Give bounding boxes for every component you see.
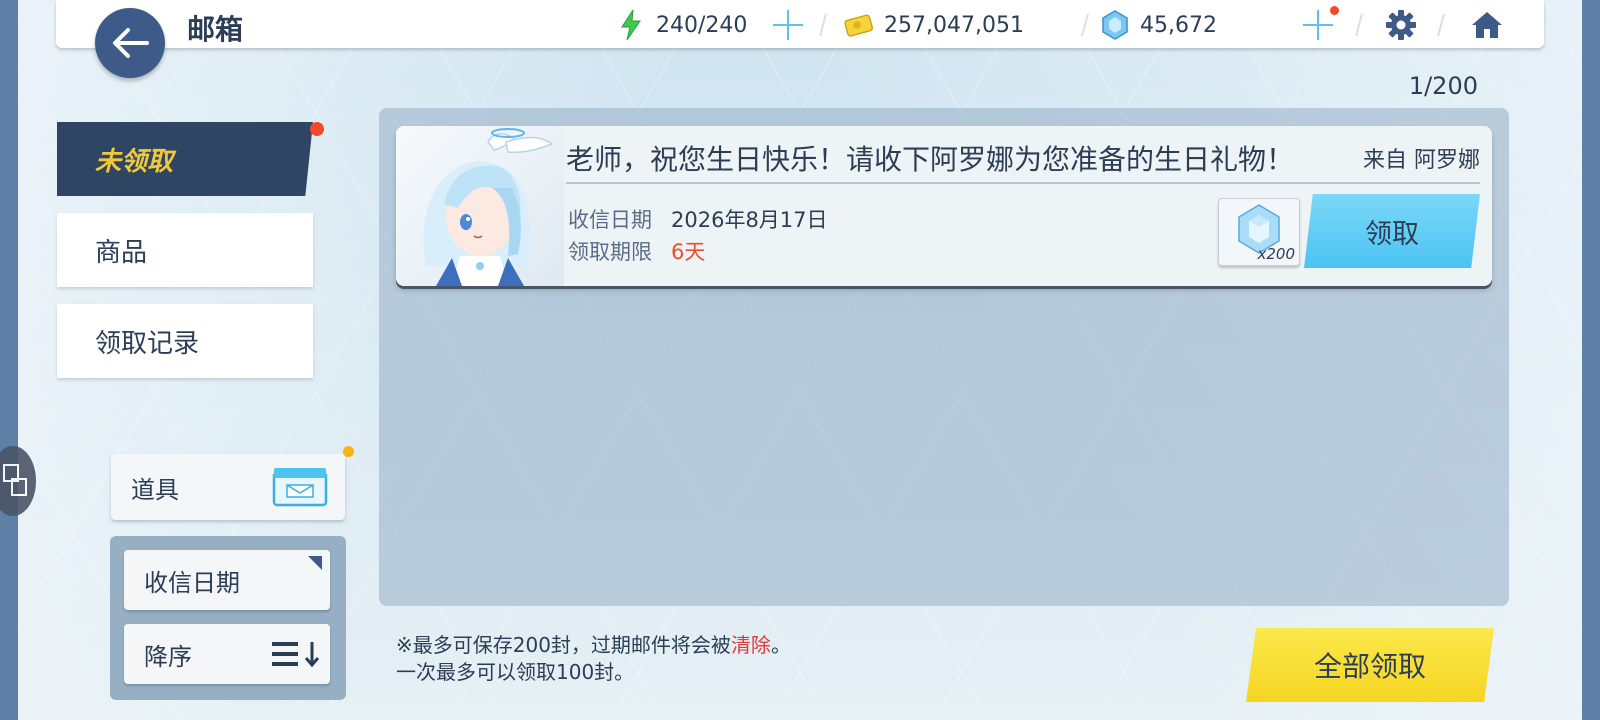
mail-sender: 来自 阿罗娜 bbox=[1363, 148, 1480, 173]
claim-button[interactable]: 领取 bbox=[1304, 194, 1480, 268]
page-title: 邮箱 bbox=[187, 13, 244, 46]
reward-count: x200 bbox=[1257, 245, 1295, 263]
add-gems-button[interactable] bbox=[1303, 10, 1333, 40]
tab-label: 未领取 bbox=[95, 146, 174, 177]
home-button[interactable] bbox=[1470, 10, 1504, 40]
sort-descending-icon bbox=[272, 642, 320, 668]
reward-item[interactable]: x200 bbox=[1218, 198, 1300, 266]
settings-button[interactable] bbox=[1385, 9, 1417, 41]
credits-value: 257,047,051 bbox=[884, 12, 1024, 38]
add-stamina-button[interactable] bbox=[773, 10, 803, 40]
sort-field-label: 收信日期 bbox=[144, 568, 240, 597]
right-border bbox=[1582, 0, 1600, 720]
gems-value: 45,672 bbox=[1140, 12, 1217, 38]
item-filter-button[interactable]: 道具 bbox=[111, 454, 345, 520]
gems-display: 45,672 bbox=[1100, 10, 1217, 40]
received-date-label: 收信日期 bbox=[568, 208, 652, 232]
notice-text: 。 bbox=[770, 633, 791, 657]
tab-unclaimed[interactable]: 未领取 bbox=[57, 122, 313, 196]
gem-icon bbox=[1100, 10, 1130, 40]
tab-label: 商品 bbox=[95, 237, 148, 268]
claim-deadline-value: 6天 bbox=[671, 240, 706, 264]
notice-text: ※最多可保存200封，过期邮件将会被 bbox=[396, 633, 731, 657]
claim-deadline-label: 领取期限 bbox=[568, 240, 652, 264]
mailbox-icon bbox=[272, 468, 328, 507]
notification-dot bbox=[1330, 6, 1339, 15]
notice-highlight: 清除 bbox=[730, 633, 771, 657]
sort-order-label: 降序 bbox=[144, 642, 192, 671]
notification-dot bbox=[343, 446, 354, 457]
gear-icon bbox=[1386, 10, 1416, 40]
filter-label: 道具 bbox=[131, 475, 179, 504]
translate-icon bbox=[3, 464, 27, 496]
mail-subject: 老师，祝您生日快乐！请收下阿罗娜为您准备的生日礼物！ bbox=[566, 143, 1295, 176]
tab-products[interactable]: 商品 bbox=[57, 213, 313, 287]
claim-all-button[interactable]: 全部领取 bbox=[1246, 628, 1494, 702]
divider bbox=[566, 182, 1480, 184]
dropdown-corner-icon bbox=[308, 556, 322, 570]
mail-counter: 1/200 bbox=[1408, 72, 1478, 100]
sort-field-dropdown[interactable]: 收信日期 bbox=[124, 550, 330, 610]
notice-line-2: 一次最多可以领取100封。 bbox=[396, 660, 635, 684]
notice-line-1: ※最多可保存200封，过期邮件将会被清除。 bbox=[396, 632, 791, 659]
stamina-display: 240/240 bbox=[616, 9, 748, 41]
lightning-icon bbox=[616, 9, 646, 41]
received-date-value: 2026年8月17日 bbox=[671, 208, 828, 232]
mailbox-notice: ※最多可保存200封，过期邮件将会被清除。 一次最多可以领取100封。 bbox=[396, 632, 791, 686]
notification-dot bbox=[310, 122, 324, 136]
tab-label: 领取记录 bbox=[95, 328, 200, 359]
tab-claim-history[interactable]: 领取记录 bbox=[57, 304, 313, 378]
home-icon bbox=[1472, 12, 1502, 38]
credits-display: 257,047,051 bbox=[844, 10, 1024, 40]
arrow-left-icon bbox=[113, 28, 149, 58]
left-border bbox=[0, 0, 18, 720]
credit-card-icon bbox=[844, 10, 874, 40]
back-button[interactable] bbox=[95, 8, 165, 78]
stamina-value: 240/240 bbox=[656, 12, 748, 38]
sender-avatar bbox=[396, 126, 564, 286]
mail-item[interactable]: 老师，祝您生日快乐！请收下阿罗娜为您准备的生日礼物！ 来自 阿罗娜 收信日期 2… bbox=[396, 126, 1492, 286]
sort-order-button[interactable]: 降序 bbox=[124, 624, 330, 684]
